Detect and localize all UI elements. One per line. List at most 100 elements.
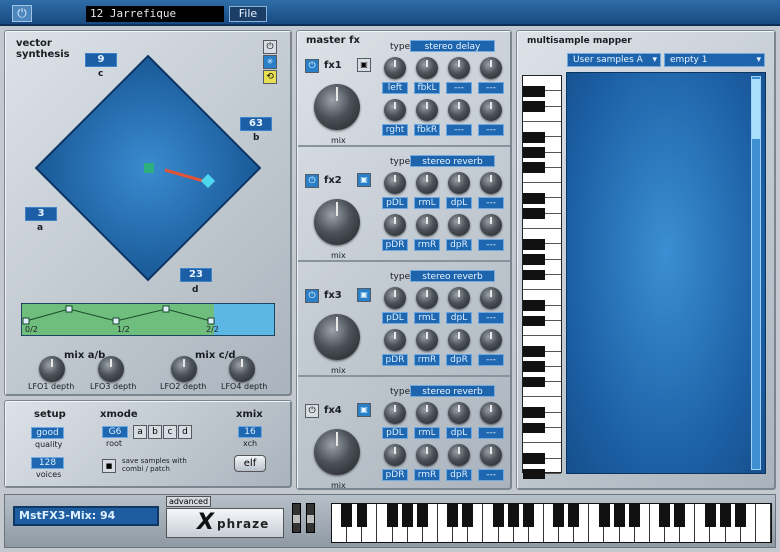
mapper-black-key[interactable] (523, 85, 545, 97)
fx-param-label[interactable]: --- (478, 124, 504, 136)
fx-param-knob[interactable] (480, 57, 502, 79)
vector-envelope[interactable] (21, 303, 275, 336)
fx-mix-knob[interactable] (314, 429, 360, 475)
fx-param-knob[interactable] (416, 214, 438, 236)
fx-param-knob[interactable] (448, 172, 470, 194)
mapper-black-key[interactable] (523, 407, 545, 419)
vector-pad[interactable] (32, 52, 264, 284)
fx-param-label[interactable]: --- (478, 197, 504, 209)
mapper-black-key[interactable] (523, 422, 545, 434)
black-key[interactable] (674, 504, 686, 527)
fx-power-icon[interactable]: ⏻ (305, 174, 319, 188)
mapper-black-key[interactable] (523, 468, 545, 480)
fx-param-knob[interactable] (384, 402, 406, 424)
fx-mix-knob[interactable] (314, 84, 360, 130)
fx-param-knob[interactable] (416, 57, 438, 79)
xmode-c-button[interactable]: c (163, 425, 177, 439)
fx-param-knob[interactable] (416, 444, 438, 466)
fx-param-knob[interactable] (448, 287, 470, 309)
fx-power-icon[interactable]: ⏻ (305, 59, 319, 73)
fx-param-knob[interactable] (448, 57, 470, 79)
fx-param-label[interactable]: rmL (414, 197, 440, 209)
black-key[interactable] (553, 504, 565, 527)
fx-param-knob[interactable] (448, 402, 470, 424)
fx-param-label[interactable]: rmL (414, 312, 440, 324)
mapper-black-key[interactable] (523, 376, 545, 388)
mapper-black-key[interactable] (523, 147, 545, 158)
mapper-black-key[interactable] (523, 453, 545, 465)
fx-param-label[interactable]: pDR (382, 354, 408, 366)
fx-type-select[interactable]: stereo delay (410, 40, 495, 52)
fx-param-label[interactable]: --- (478, 82, 504, 94)
fx-param-label[interactable]: fbkL (414, 82, 440, 94)
fx-type-select[interactable]: stereo reverb (410, 155, 495, 167)
fx-param-label[interactable]: --- (478, 354, 504, 366)
fx-param-label[interactable]: pDL (382, 427, 408, 439)
lfo4-depth-knob[interactable] (229, 356, 255, 382)
fx-link-icon[interactable]: ▣ (357, 403, 371, 417)
xch-value[interactable]: 16 (238, 426, 262, 438)
fx-param-knob[interactable] (480, 444, 502, 466)
mapper-black-key[interactable] (523, 254, 545, 266)
fx-power-icon[interactable]: ⏻ (305, 404, 319, 418)
mapper-black-key[interactable] (523, 208, 545, 220)
fx-param-label[interactable]: --- (478, 427, 504, 439)
advanced-tab[interactable]: advanced (166, 496, 211, 507)
black-key[interactable] (734, 504, 746, 527)
fx-param-knob[interactable] (416, 402, 438, 424)
fx-param-label[interactable]: dpR (446, 469, 472, 481)
bank-select[interactable]: User samples A ▾ (567, 53, 661, 67)
fx-param-knob[interactable] (480, 329, 502, 351)
save-samples-checkbox[interactable]: ■ (102, 459, 116, 473)
fx-param-knob[interactable] (416, 329, 438, 351)
mapper-scrollbar[interactable] (751, 76, 761, 470)
black-key[interactable] (447, 504, 459, 527)
fx-param-label[interactable]: pDR (382, 239, 408, 251)
fx-param-knob[interactable] (384, 172, 406, 194)
fx-power-icon[interactable]: ⏻ (305, 289, 319, 303)
xmode-d-button[interactable]: d (178, 425, 192, 439)
fx-param-label[interactable]: --- (446, 82, 472, 94)
lfo3-depth-knob[interactable] (98, 356, 124, 382)
fx-param-knob[interactable] (384, 57, 406, 79)
patch-name-field[interactable]: 12 Jarrefique (86, 6, 224, 22)
fx-link-icon[interactable]: ▣ (357, 288, 371, 302)
xmode-b-button[interactable]: b (148, 425, 162, 439)
vector-loop-icon[interactable]: ⟲ (263, 70, 277, 84)
lfo2-depth-knob[interactable] (171, 356, 197, 382)
mapper-black-key[interactable] (523, 300, 545, 311)
black-key[interactable] (568, 504, 580, 527)
fx-param-label[interactable]: rmR (414, 469, 440, 481)
mapper-black-key[interactable] (523, 162, 545, 174)
fx-link-icon[interactable]: ▣ (357, 173, 371, 187)
fx-param-knob[interactable] (448, 99, 470, 121)
fx-param-knob[interactable] (480, 99, 502, 121)
fx-param-knob[interactable] (480, 214, 502, 236)
vector-snowflake-icon[interactable]: ✳ (263, 55, 277, 69)
xmode-a-button[interactable]: a (133, 425, 147, 439)
black-key[interactable] (659, 504, 671, 527)
mapper-black-key[interactable] (523, 315, 545, 327)
mapper-black-key[interactable] (523, 131, 545, 143)
power-icon[interactable]: ⏻ (12, 5, 32, 22)
mapper-black-key[interactable] (523, 346, 545, 357)
fx-param-label[interactable]: pDR (382, 469, 408, 481)
mapper-zone-area[interactable] (566, 72, 766, 474)
black-key[interactable] (401, 504, 413, 527)
black-key[interactable] (386, 504, 398, 527)
black-key[interactable] (719, 504, 731, 527)
fx-param-label[interactable]: pDL (382, 197, 408, 209)
fx-param-knob[interactable] (416, 172, 438, 194)
fx-param-knob[interactable] (384, 214, 406, 236)
white-key[interactable] (756, 504, 771, 542)
fx-param-label[interactable]: left (382, 82, 408, 94)
fx-param-label[interactable]: dpR (446, 354, 472, 366)
fx-link-icon[interactable]: ▣ (357, 58, 371, 72)
fx-param-label[interactable]: dpL (446, 197, 472, 209)
bottom-keyboard[interactable] (331, 503, 772, 543)
mapper-black-key[interactable] (523, 269, 545, 281)
mapper-black-key[interactable] (523, 361, 545, 373)
fx-param-label[interactable]: rght (382, 124, 408, 136)
black-key[interactable] (492, 504, 504, 527)
black-key[interactable] (417, 504, 428, 527)
